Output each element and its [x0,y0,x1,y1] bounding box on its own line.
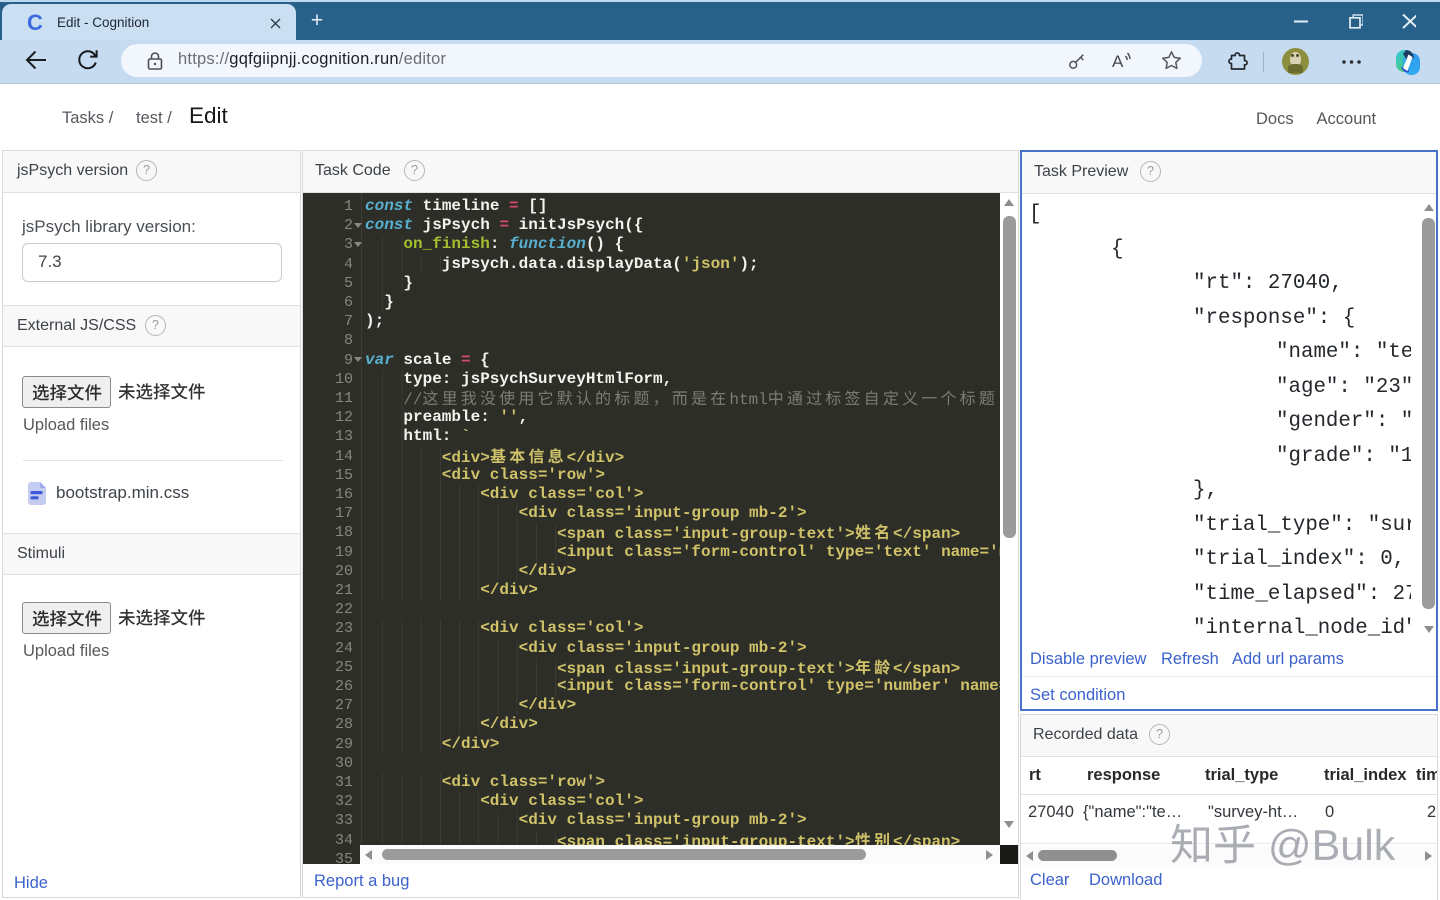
svg-text:A: A [1112,52,1124,71]
